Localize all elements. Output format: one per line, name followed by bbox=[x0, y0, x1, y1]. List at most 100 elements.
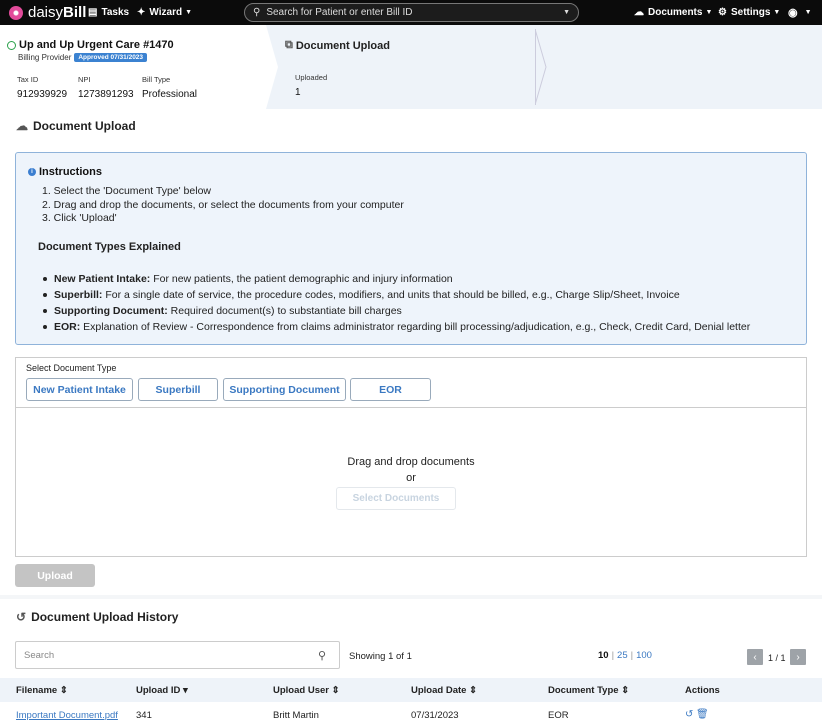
column-upload-date[interactable]: Upload Date ⇕ bbox=[411, 685, 477, 696]
upload-button[interactable]: Upload bbox=[15, 564, 95, 587]
row-upload-user: Britt Martin bbox=[273, 710, 319, 721]
row-upload-id: 341 bbox=[136, 710, 152, 721]
cloud-icon: ☁ bbox=[634, 7, 644, 18]
column-upload-user[interactable]: Upload User ⇕ bbox=[273, 685, 340, 696]
sort-desc-icon: ▾ bbox=[182, 685, 188, 696]
instructions-steps: 1. Select the 'Document Type' below 2. D… bbox=[42, 185, 404, 226]
header-band: Up and Up Urgent Care #1470 Billing Prov… bbox=[0, 25, 822, 109]
column-upload-id[interactable]: Upload ID ▾ bbox=[136, 685, 188, 696]
search-icon: ⚲ bbox=[253, 7, 261, 18]
top-nav: daisy Bill ▤ Tasks ✦ Wizard ▼ ⚲ Search fo… bbox=[0, 0, 822, 25]
clipboard-icon: ▤ bbox=[88, 7, 98, 18]
type-term: New Patient Intake: bbox=[54, 273, 151, 285]
chevron-down-icon: ▼ bbox=[705, 9, 713, 16]
step-item: 1. Select the 'Document Type' below bbox=[42, 185, 211, 197]
nav-user-menu[interactable]: ◉ ▼ bbox=[788, 6, 812, 19]
bill-type-value: Professional bbox=[142, 89, 198, 100]
brand-name-b: Bill bbox=[63, 4, 87, 21]
superbill-button[interactable]: Superbill bbox=[138, 378, 218, 401]
bill-type-label: Bill Type bbox=[142, 75, 171, 84]
global-search-placeholder: Search for Patient or enter Bill ID bbox=[266, 7, 413, 18]
check-circle-icon bbox=[7, 40, 16, 50]
nav-wizard[interactable]: ✦ Wizard ▼ bbox=[137, 7, 192, 18]
user-icon: ◉ bbox=[788, 7, 798, 19]
type-item: Supporting Document: Required document(s… bbox=[42, 303, 750, 319]
sort-icon: ⇕ bbox=[621, 685, 630, 696]
step-item: 2. Drag and drop the documents, or selec… bbox=[42, 198, 404, 211]
type-desc: Required document(s) to substantiate bil… bbox=[167, 305, 402, 317]
instructions-panel: i Instructions 1. Select the 'Document T… bbox=[15, 152, 807, 345]
step-item: 3. Click 'Upload' bbox=[42, 212, 117, 224]
history-search-input[interactable] bbox=[15, 641, 340, 669]
history-title: ↺ Document Upload History bbox=[16, 610, 178, 624]
column-filename[interactable]: Filename ⇕ bbox=[16, 685, 68, 696]
npi-value: 1273891293 bbox=[78, 89, 134, 100]
chevron-down-icon: ▼ bbox=[804, 9, 812, 16]
type-item: New Patient Intake: For new patients, th… bbox=[42, 271, 750, 287]
sort-icon: ⇕ bbox=[331, 685, 340, 696]
sort-icon: ⇕ bbox=[469, 685, 478, 696]
select-documents-button[interactable]: Select Documents bbox=[336, 487, 456, 510]
drop-instructions: Drag and drop documents bbox=[347, 456, 475, 468]
tax-id-field: Tax ID 912939929 bbox=[17, 75, 67, 100]
search-icon[interactable]: ⚲ bbox=[318, 649, 326, 662]
npi-field: NPI 1273891293 bbox=[78, 75, 134, 100]
page-size-sep: | bbox=[630, 650, 634, 661]
type-term: Superbill: bbox=[54, 289, 103, 301]
next-page-button[interactable]: › bbox=[790, 649, 806, 665]
chevron-down-icon: ▼ bbox=[185, 9, 193, 16]
type-desc: For a single date of service, the proced… bbox=[102, 289, 680, 301]
chevron-down-icon: ▼ bbox=[773, 9, 781, 16]
cloud-upload-icon: ☁ bbox=[16, 119, 28, 133]
supporting-document-button[interactable]: Supporting Document bbox=[223, 378, 346, 401]
sort-icon: ⇕ bbox=[59, 685, 68, 696]
document-type-dropzone[interactable]: Select Document Type New Patient Intake … bbox=[15, 357, 807, 557]
types-list: New Patient Intake: For new patients, th… bbox=[42, 271, 751, 335]
approved-badge: Approved 07/31/2023 bbox=[74, 53, 148, 62]
row-document-type: EOR bbox=[548, 710, 569, 721]
nav-tasks[interactable]: ▤ Tasks bbox=[88, 7, 129, 18]
history-icon: ↺ bbox=[16, 610, 27, 624]
column-label: Upload Date bbox=[411, 685, 467, 696]
page-count: 1 / 1 bbox=[768, 653, 786, 663]
page-size-selector: 10 | 25 | 100 bbox=[598, 650, 652, 661]
column-document-type[interactable]: Document Type ⇕ bbox=[548, 685, 629, 696]
provider-name: Up and Up Urgent Care #1470 bbox=[7, 39, 174, 51]
type-term: Supporting Document: bbox=[54, 305, 168, 317]
chevron-down-icon[interactable]: ▼ bbox=[563, 9, 570, 16]
copy-icon: ⧉ bbox=[285, 39, 293, 51]
bill-type-field: Bill Type Professional bbox=[142, 75, 197, 100]
prev-page-button[interactable]: ‹ bbox=[747, 649, 763, 665]
type-desc: Explanation of Review - Correspondence f… bbox=[80, 321, 751, 333]
drop-or: or bbox=[406, 472, 416, 484]
upload-history-section: ↺ Document Upload History ⚲ Showing 1 of… bbox=[0, 599, 822, 728]
brand-name-a: daisy bbox=[28, 4, 64, 21]
trash-icon[interactable]: 🗑 bbox=[696, 709, 709, 720]
new-patient-intake-button[interactable]: New Patient Intake bbox=[26, 378, 133, 401]
nav-documents[interactable]: ☁ Documents ▼ bbox=[634, 7, 712, 18]
showing-count: Showing 1 of 1 bbox=[349, 651, 412, 662]
upload-card-arrow bbox=[535, 29, 547, 105]
column-label: Document Type bbox=[548, 685, 619, 696]
page-size-10[interactable]: 10 bbox=[598, 650, 609, 661]
provider-role: Billing Provider bbox=[18, 53, 72, 62]
uploaded-label: Uploaded bbox=[295, 73, 328, 82]
document-type-label: Select Document Type bbox=[26, 363, 117, 373]
uploaded-count: 1 bbox=[295, 87, 301, 98]
history-restore-icon[interactable]: ↺ bbox=[685, 709, 693, 720]
upload-card-title-text: Document Upload bbox=[295, 39, 390, 52]
nav-settings[interactable]: ⚙ Settings ▼ bbox=[718, 7, 780, 18]
page-size-25[interactable]: 25 bbox=[617, 650, 628, 661]
global-search[interactable]: ⚲ Search for Patient or enter Bill ID ▼ bbox=[244, 3, 579, 22]
npi-label: NPI bbox=[78, 75, 91, 84]
instructions-title: i Instructions bbox=[28, 166, 102, 178]
daisy-flower-icon bbox=[9, 5, 23, 20]
row-filename-link[interactable]: Important Document.pdf bbox=[16, 710, 118, 721]
main-content: ☁ Document Upload i Instructions 1. Sele… bbox=[0, 109, 822, 595]
provider-name-text: Up and Up Urgent Care #1470 bbox=[19, 39, 174, 51]
daisybill-logo[interactable]: daisy Bill bbox=[9, 4, 86, 21]
page-size-100[interactable]: 100 bbox=[636, 650, 652, 661]
column-actions: Actions bbox=[685, 685, 720, 696]
eor-button[interactable]: EOR bbox=[350, 378, 431, 401]
uploaded-field: Uploaded 1 bbox=[295, 73, 327, 98]
